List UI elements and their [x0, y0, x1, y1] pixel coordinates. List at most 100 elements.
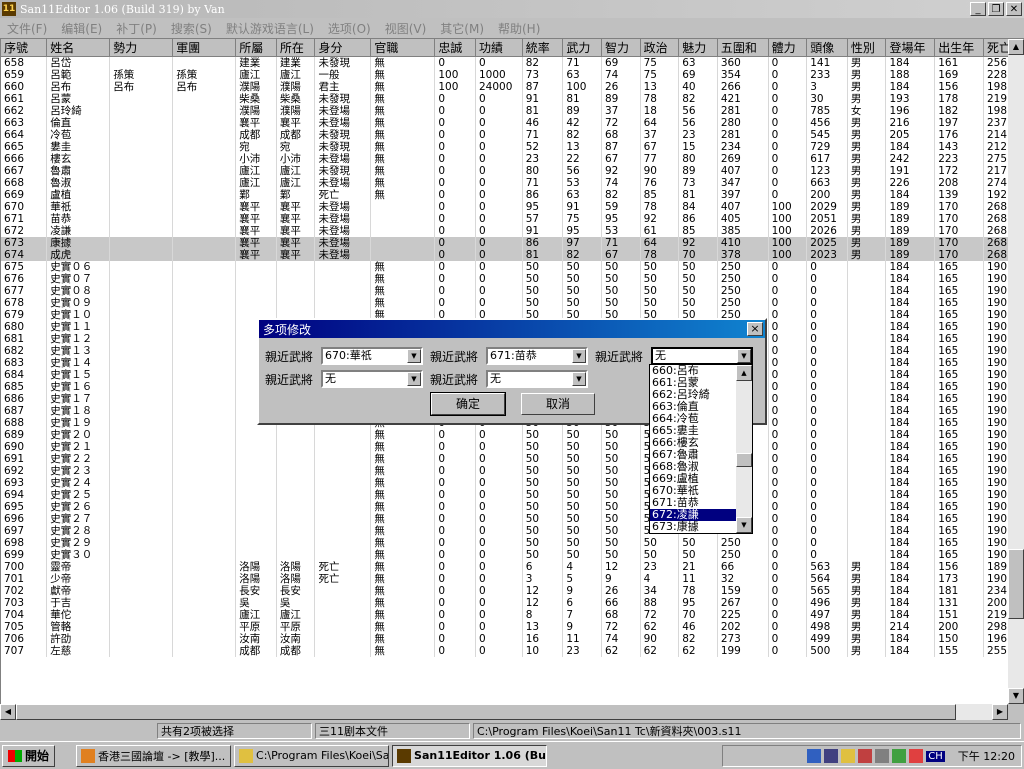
table-row[interactable]: 673 康據 襄平 襄平 未登場 0 0 86 97 71 64 92 410 100 2025 男 189 17…: [1, 237, 1009, 249]
column-header[interactable]: 魅力: [678, 39, 718, 57]
dialog-close-icon[interactable]: ×: [747, 322, 763, 336]
cancel-button[interactable]: 取消: [521, 393, 595, 415]
network-icon[interactable]: [824, 749, 839, 763]
taskbar-button[interactable]: San11Editor 1.06 (Build 3...: [392, 744, 548, 767]
chevron-down-icon[interactable]: ▼: [572, 349, 586, 363]
close-officer-select-1[interactable]: 670:華祇 ▼: [321, 347, 423, 365]
table-row[interactable]: 664 冷苞 成都 成都 未發現無 0 0 71 82 68 37 23 281 0 545 男 205 176 2…: [1, 129, 1009, 141]
clock[interactable]: 下午 12:20: [958, 748, 1015, 764]
table-row[interactable]: 678 史實０９ 無 0 0 50 50 50 50 50 250 0 0 184 165 190: [1, 297, 1009, 309]
table-row[interactable]: 704 華佗 廬江 廬江無 0 0 8 7 68 72 70 225 0 497 男 184 151 219: [1, 609, 1009, 621]
table-row[interactable]: 695史實２６無00505050505025000184165190: [1, 501, 1009, 513]
column-header[interactable]: 統率: [522, 39, 564, 57]
vertical-scrollbar[interactable]: ▲ ▼: [1008, 39, 1024, 704]
column-header[interactable]: 序號: [1, 39, 48, 57]
menu-item[interactable]: 补丁(P): [109, 20, 164, 37]
start-button[interactable]: 開始: [2, 744, 56, 767]
table-row[interactable]: 706 許劭 汝南 汝南無 0 0 16 11 74 90 82 273 0 499 男 184 150 196: [1, 633, 1009, 645]
chevron-down-icon[interactable]: ▼: [572, 372, 586, 386]
ok-button[interactable]: 确定: [430, 392, 506, 416]
table-row[interactable]: 663 倫直 襄平 襄平 未登場無 0 0 46 42 72 64 56 280 0 456 男 216 197 2…: [1, 117, 1009, 129]
table-row[interactable]: 696史實２７無00505050505025000184165190: [1, 513, 1009, 525]
taskbar-button[interactable]: 香港三國論壇 -> [教學]...: [76, 744, 232, 767]
table-row[interactable]: 659 呂範 孫策 孫策 廬江 廬江 一般無 100 1000 73 63 74 75 69 354 0 233…: [1, 69, 1009, 81]
table-row[interactable]: 670 華祇 襄平 襄平 未登場 0 0 95 91 59 78 84 407 100 2029 男 189 17…: [1, 201, 1009, 213]
close-officer-select-4[interactable]: 无 ▼: [321, 370, 423, 388]
close-officer-select-2[interactable]: 671:苗恭 ▼: [486, 347, 588, 365]
chevron-down-icon[interactable]: ▼: [407, 349, 421, 363]
table-row[interactable]: 690史實２１無00505050505025000184165190: [1, 441, 1009, 453]
column-header[interactable]: 性別: [847, 39, 887, 57]
table-row[interactable]: 675 史實０６ 無 0 0 50 50 50 50 50 250 0 0 184 165 190: [1, 261, 1009, 273]
tray-app-icon[interactable]: [875, 749, 890, 763]
column-header[interactable]: 忠誠: [434, 39, 476, 57]
table-row[interactable]: 707 左慈 成都 成都無 0 0 10 23 62 62 62 199 0 500 男 184 155 255: [1, 645, 1009, 657]
table-row[interactable]: 698 史實２９ 無 0 0 50 50 50 50 50 250 0 0 184 165 190: [1, 537, 1009, 549]
tray-app-icon[interactable]: [841, 749, 856, 763]
column-header[interactable]: 出生年: [934, 39, 984, 57]
menu-item[interactable]: 编辑(E): [54, 20, 109, 37]
window-titlebar[interactable]: 11 San11Editor 1.06 (Build 319) by Van _…: [0, 0, 1024, 18]
close-officer-select-3[interactable]: 无 ▼: [651, 347, 753, 365]
column-header[interactable]: 功績: [475, 39, 523, 57]
table-row[interactable]: 700 靈帝 洛陽 洛陽 死亡無 0 0 6 4 12 23 21 66 0 563 男 184 156 189: [1, 561, 1009, 573]
table-row[interactable]: 658 呂岱 建業 建業 未發現無 0 0 82 71 69 75 63 360 0 141 男 184 161 2…: [1, 56, 1009, 69]
table-row[interactable]: 694史實２５無00505050505025000184165190: [1, 489, 1009, 501]
scroll-up-arrow-icon[interactable]: ▲: [1008, 39, 1024, 55]
table-row[interactable]: 668 魯淑 廬江 廬江 未登場無 0 0 71 53 74 76 73 347 0 663 男 226 208 2…: [1, 177, 1009, 189]
close-officer-select-5[interactable]: 无 ▼: [486, 370, 588, 388]
ati-icon[interactable]: [909, 749, 924, 763]
table-row[interactable]: 676 史實０７ 無 0 0 50 50 50 50 50 250 0 0 184 165 190: [1, 273, 1009, 285]
scroll-down-arrow-icon[interactable]: ▼: [736, 517, 752, 533]
column-header[interactable]: 姓名: [46, 39, 111, 57]
column-header[interactable]: 登場年: [885, 39, 936, 57]
column-header[interactable]: 體力: [768, 39, 808, 57]
column-header[interactable]: 五圍和: [717, 39, 769, 57]
officer-dropdown-list[interactable]: 660:呂布 661:呂蒙 662:呂玲綺 663:倫直 664:冷苞 665:婁圭 666…: [649, 364, 753, 534]
scroll-down-arrow-icon[interactable]: ▼: [1008, 688, 1024, 704]
column-header[interactable]: 政治: [640, 39, 680, 57]
table-row[interactable]: 705 管輅 平原 平原無 0 0 13 9 72 62 46 202 0 498 男 214 200 298: [1, 621, 1009, 633]
dropdown-scroll-thumb[interactable]: [736, 453, 752, 467]
menu-item[interactable]: 选项(O): [321, 20, 378, 37]
table-row[interactable]: 660 呂布 呂布 呂布 濮陽 濮陽 君主無 100 24000 87 100 26 13 40 266 0 3…: [1, 81, 1009, 93]
table-row[interactable]: 692史實２３無00505050505025000184165190: [1, 465, 1009, 477]
table-row[interactable]: 665 婁圭宛宛未發現無 0 0 52 13 87 67 15 234 0 729 男 184 143 212: [1, 141, 1009, 153]
table-row[interactable]: 666 樓玄 小沛 小沛 未登場無 0 0 23 22 67 77 80 269 0 617 男 242 223 2…: [1, 153, 1009, 165]
scroll-left-arrow-icon[interactable]: ◀: [0, 704, 16, 720]
menu-item[interactable]: 默认游戏语言(L): [219, 20, 321, 37]
antivirus-icon[interactable]: [858, 749, 873, 763]
horizontal-scrollbar[interactable]: ◀ ▶: [0, 704, 1008, 720]
column-header[interactable]: 身分: [314, 39, 372, 57]
column-header[interactable]: 所屬: [235, 39, 277, 57]
table-row[interactable]: 669 盧植鄴鄴死亡無 0 0 86 63 82 85 81 397 0 200 男 184 139 192: [1, 189, 1009, 201]
scroll-right-arrow-icon[interactable]: ▶: [992, 704, 1008, 720]
menu-item[interactable]: 文件(F): [0, 20, 54, 37]
menu-item[interactable]: 帮助(H): [491, 20, 547, 37]
chevron-down-icon[interactable]: ▼: [407, 372, 421, 386]
table-row[interactable]: 662 呂玲綺 濮陽 濮陽 未登場無 0 0 81 89 37 18 56 281 0 785 女 196 182…: [1, 105, 1009, 117]
table-row[interactable]: 693史實２４無00505050505025000184165190: [1, 477, 1009, 489]
close-button[interactable]: ✕: [1006, 2, 1022, 16]
taskbar-button[interactable]: C:\Program Files\Koei\San...: [234, 744, 390, 767]
speaker-icon[interactable]: [807, 749, 822, 763]
menu-item[interactable]: 搜索(S): [164, 20, 219, 37]
tray-app-icon[interactable]: [892, 749, 907, 763]
ime-indicator[interactable]: CH: [926, 750, 945, 762]
table-row[interactable]: 674 成虎 襄平 襄平 未登場 0 0 81 82 67 78 70 378 100 2023 男 189 17…: [1, 249, 1009, 261]
dialog-titlebar[interactable]: 多项修改 ×: [259, 320, 765, 338]
column-header[interactable]: 軍團: [172, 39, 237, 57]
table-row[interactable]: 701 少帝 洛陽 洛陽 死亡無 0 0 3 5 9 4 11 32 0 564 男 184 173 190: [1, 573, 1009, 585]
dropdown-option[interactable]: 673:康據: [650, 521, 738, 533]
maximize-button[interactable]: ❐: [988, 2, 1004, 16]
vertical-scroll-thumb[interactable]: [1008, 549, 1024, 619]
column-header[interactable]: 勢力: [109, 39, 174, 57]
column-header[interactable]: 武力: [562, 39, 602, 57]
column-header[interactable]: 所在: [276, 39, 316, 57]
table-row[interactable]: 677 史實０８ 無 0 0 50 50 50 50 50 250 0 0 184 165 190: [1, 285, 1009, 297]
minimize-button[interactable]: _: [970, 2, 986, 16]
column-header[interactable]: 官職: [370, 39, 436, 57]
table-row[interactable]: 671 苗恭 襄平 襄平 未登場 0 0 57 75 95 92 86 405 100 2051 男 189 17…: [1, 213, 1009, 225]
table-row[interactable]: 661 呂蒙 柴桑 柴桑 未發現無 0 0 91 81 89 78 82 421 0 30 男 193 178 21…: [1, 93, 1009, 105]
column-header[interactable]: 頭像: [806, 39, 848, 57]
